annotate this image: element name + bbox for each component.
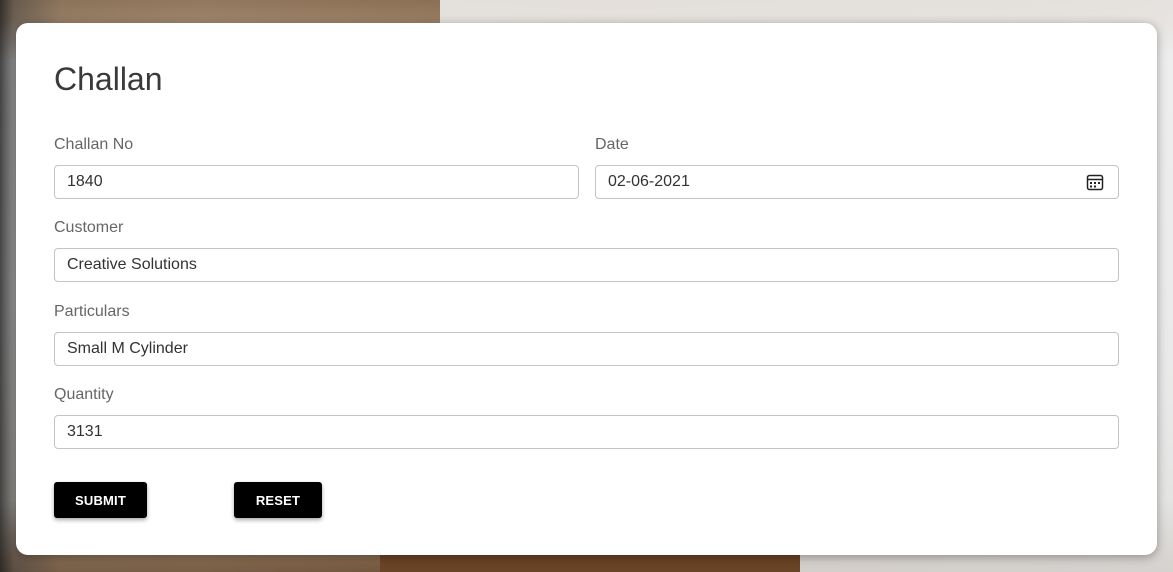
background-desk bbox=[380, 555, 800, 572]
challan-no-label: Challan No bbox=[54, 136, 134, 153]
particulars-label: Particulars bbox=[54, 303, 130, 320]
date-value: 02-06-2021 bbox=[608, 173, 690, 190]
quantity-label: Quantity bbox=[54, 386, 114, 403]
date-label: Date bbox=[595, 136, 629, 153]
challan-no-input[interactable]: 1840 bbox=[54, 165, 579, 199]
calendar-icon[interactable] bbox=[1086, 173, 1104, 191]
reset-button[interactable]: RESET bbox=[234, 482, 322, 518]
particulars-input[interactable]: Small M Cylinder bbox=[54, 332, 1119, 366]
date-input[interactable]: 02-06-2021 bbox=[595, 165, 1119, 199]
form-title: Challan bbox=[54, 61, 163, 97]
customer-label: Customer bbox=[54, 219, 124, 236]
challan-form-card: Challan Challan No 1840 Date 02-06-2021 … bbox=[16, 23, 1157, 555]
customer-input[interactable]: Creative Solutions bbox=[54, 248, 1119, 282]
submit-button[interactable]: SUBMIT bbox=[54, 482, 147, 518]
quantity-input[interactable]: 3131 bbox=[54, 415, 1119, 449]
